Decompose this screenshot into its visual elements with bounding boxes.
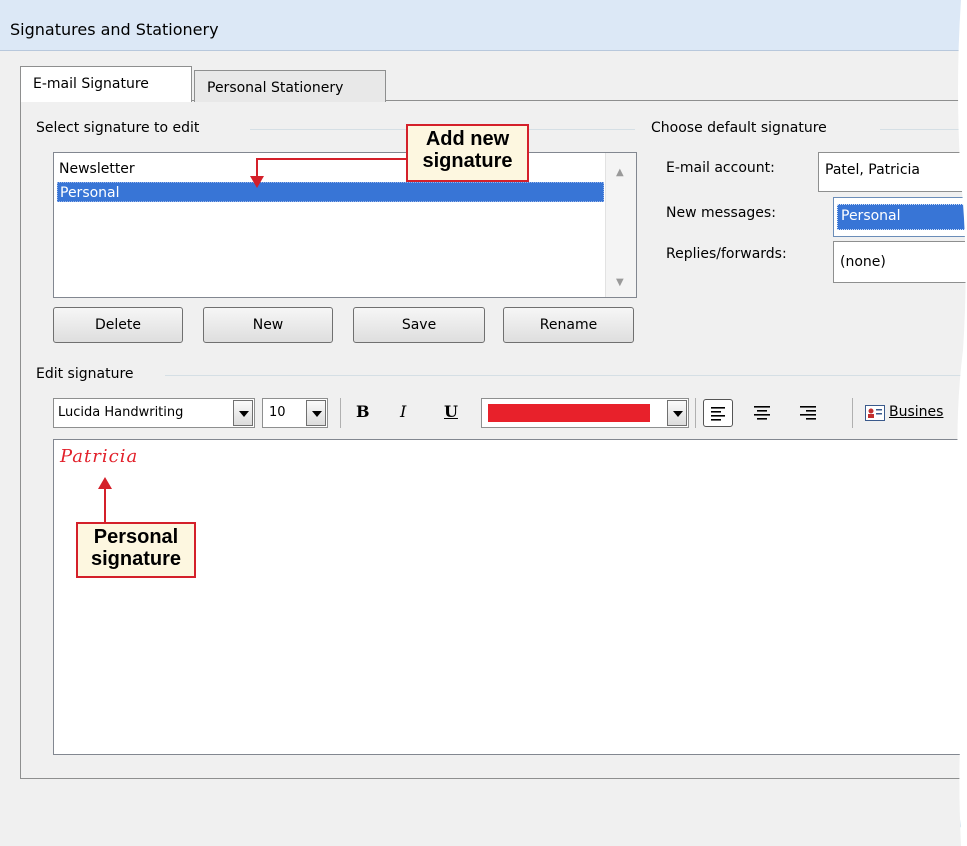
font-color-swatch	[488, 404, 650, 422]
replies-forwards-select[interactable]: (none)	[833, 241, 967, 283]
toolbar-separator	[852, 398, 853, 428]
chevron-down-icon[interactable]	[306, 400, 326, 426]
font-size-value: 10	[269, 405, 286, 420]
save-button[interactable]: Save	[353, 307, 485, 343]
tab-personal-stationery[interactable]: Personal Stationery	[194, 70, 386, 102]
tab-personal-stationery-label: Personal Stationery	[207, 80, 344, 96]
choose-default-label: Choose default signature	[651, 120, 833, 136]
new-messages-select[interactable]: Personal	[833, 197, 967, 237]
email-account-value: Patel, Patricia	[825, 162, 920, 178]
callout-add-new-signature: Add new signature	[406, 124, 529, 182]
new-messages-label: New messages:	[666, 205, 776, 221]
font-size-combo[interactable]: 10	[262, 398, 328, 428]
new-messages-value: Personal	[841, 208, 901, 224]
tab-email-signature-label: E-mail Signature	[33, 76, 149, 92]
business-card-icon[interactable]	[865, 405, 885, 421]
callout-personal-signature: Personal signature	[76, 522, 196, 578]
callout-line	[104, 487, 106, 522]
list-item-personal[interactable]: Personal	[57, 182, 604, 202]
window-title: Signatures and Stationery	[10, 20, 219, 39]
chevron-down-icon[interactable]	[667, 400, 687, 426]
email-account-select[interactable]: Patel, Patricia	[818, 152, 967, 192]
business-card-button[interactable]: Busines	[889, 404, 943, 420]
align-center-icon[interactable]	[749, 399, 775, 425]
italic-button[interactable]: I	[400, 402, 406, 421]
font-name-combo[interactable]: Lucida Handwriting	[53, 398, 255, 428]
bold-button[interactable]: B	[356, 402, 370, 421]
replies-forwards-label: Replies/forwards:	[666, 246, 787, 262]
chevron-down-icon[interactable]	[233, 400, 253, 426]
replies-forwards-value: (none)	[840, 254, 886, 270]
select-signature-label: Select signature to edit	[36, 120, 206, 136]
scroll-down-icon[interactable]: ▼	[616, 277, 624, 288]
signature-text: Patricia	[60, 446, 139, 467]
font-name-value: Lucida Handwriting	[58, 405, 184, 420]
title-bar: Signatures and Stationery	[0, 0, 967, 51]
email-account-label: E-mail account:	[666, 160, 775, 176]
toolbar-separator	[695, 398, 696, 428]
new-button[interactable]: New	[203, 307, 333, 343]
align-right-icon[interactable]	[795, 399, 821, 425]
signature-editor[interactable]: Patricia	[53, 439, 967, 755]
group-rule	[165, 375, 967, 376]
tab-email-signature[interactable]: E-mail Signature	[20, 66, 192, 102]
font-color-combo[interactable]	[481, 398, 689, 428]
signature-listbox[interactable]: Newsletter Personal ▲ ▼	[53, 152, 637, 298]
delete-button[interactable]: Delete	[53, 307, 183, 343]
callout-arrow-icon	[250, 176, 264, 188]
toolbar-separator	[340, 398, 341, 428]
scroll-up-icon[interactable]: ▲	[616, 167, 624, 178]
align-left-icon[interactable]	[703, 399, 733, 427]
list-scrollbar[interactable]: ▲ ▼	[605, 153, 636, 297]
underline-button[interactable]: U	[444, 402, 458, 421]
torn-edge	[957, 0, 967, 846]
callout-line	[256, 158, 410, 160]
rename-button[interactable]: Rename	[503, 307, 634, 343]
edit-signature-label: Edit signature	[36, 366, 140, 382]
group-rule	[880, 129, 967, 130]
